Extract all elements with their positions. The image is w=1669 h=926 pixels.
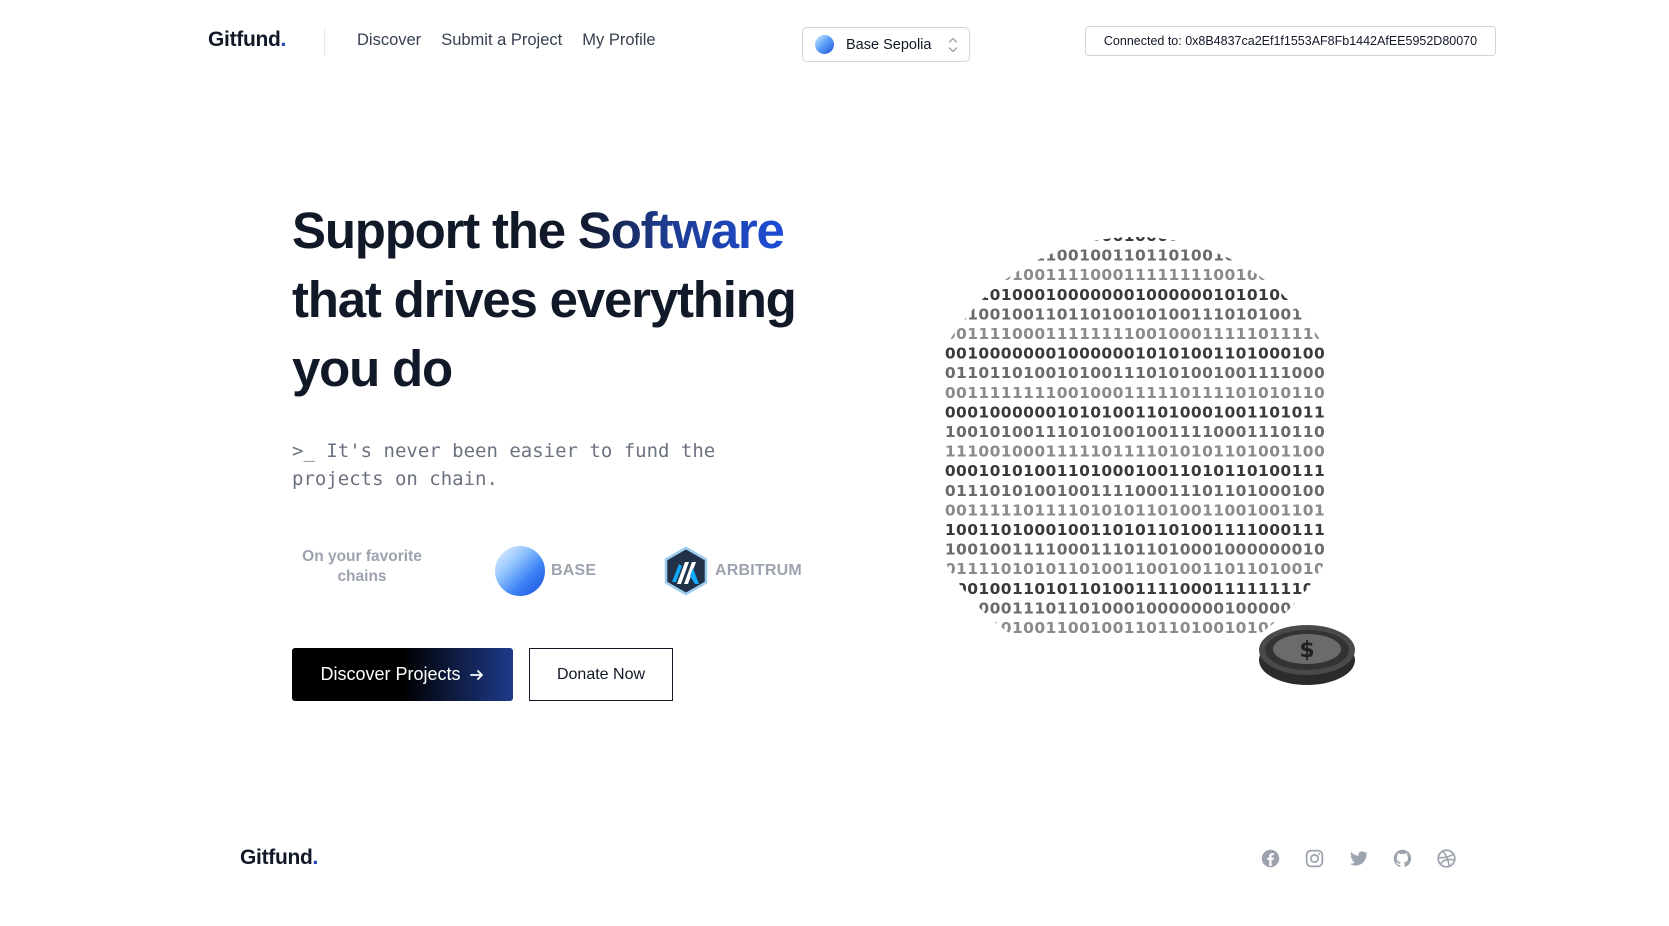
- binary-row: 0011110001111111100100011111011110: [945, 325, 1325, 343]
- binary-row: 0001001101011010011110001111111100: [945, 580, 1325, 598]
- binary-row: 0111101010110100110010011011010010: [945, 560, 1325, 578]
- network-select-value: Base Sepolia: [846, 36, 932, 53]
- arrow-right-icon: [469, 669, 483, 680]
- chevron-updown-icon: [948, 37, 958, 53]
- binary-row: 1011010011001001101101001010011101: [945, 247, 1325, 265]
- hero-headline: Support the Software that drives everyth…: [292, 196, 852, 403]
- main-nav: Discover Submit a Project My Profile: [357, 31, 656, 50]
- binary-row: 1011010001000000010000001010100110: [945, 286, 1325, 304]
- footer-logo[interactable]: Gitfund.: [240, 846, 318, 870]
- binary-row: 0011111111001000111110111101010110: [945, 384, 1325, 402]
- arbitrum-logo-icon: [664, 546, 708, 596]
- headline-part1: Support the: [292, 202, 578, 259]
- discover-projects-label: Discover Projects: [320, 664, 461, 684]
- nav-divider: [324, 28, 325, 56]
- logo-dot: .: [280, 28, 287, 51]
- binary-row: 0101101001111000111111110010001111: [945, 266, 1325, 284]
- dribbble-icon[interactable]: [1436, 848, 1457, 869]
- nav-link-my-profile[interactable]: My Profile: [582, 31, 655, 50]
- discover-projects-button[interactable]: Discover Projects: [292, 648, 513, 701]
- binary-row: 0001000000101010011010001001101011: [945, 403, 1325, 421]
- wallet-connection-button[interactable]: Connected to: 0x8B4837ca2Ef1f1553AF8Fb14…: [1085, 26, 1496, 56]
- base-chain-logo: BASE: [495, 546, 596, 596]
- binary-globe-illustration: 1100011101101000100000001000000101 101101…: [945, 227, 1355, 685]
- dollar-coin-icon: $: [1259, 625, 1355, 685]
- arbitrum-chain-name: ARBITRUM: [715, 562, 802, 579]
- headline-line2: that drives everything: [292, 271, 797, 328]
- header-logo[interactable]: Gitfund.: [208, 28, 286, 52]
- binary-row: 0110110100101001110101001001111000: [945, 364, 1325, 382]
- binary-row: 0101101001100100110110100101001110: [945, 619, 1325, 637]
- footer-logo-text: Gitfund: [240, 846, 313, 869]
- binary-row: 1001001111000111011010001000000010: [945, 541, 1325, 559]
- binary-row: 1001101000100110101101001111000111: [945, 521, 1325, 539]
- binary-row: 0011111011110101011010011001001101: [945, 501, 1325, 519]
- svg-text:$: $: [1299, 638, 1314, 663]
- binary-digits: 1100011101101000100000001000000101 101101…: [945, 227, 1325, 637]
- twitter-icon[interactable]: [1348, 848, 1369, 869]
- binary-row: 1100011101101000100000001000000101: [945, 227, 1325, 245]
- binary-row: 0010000000100000010101001101000100: [945, 345, 1325, 363]
- headline-accent-word: Software: [577, 202, 785, 259]
- binary-row: 0001010100110100010011010110100111: [945, 462, 1325, 480]
- logo-text: Gitfund: [208, 28, 281, 51]
- network-select[interactable]: Base Sepolia: [802, 27, 970, 62]
- binary-row: 1110001110110100010000000100000010: [945, 599, 1325, 617]
- base-chain-icon: [815, 35, 834, 54]
- base-logo-icon: [495, 546, 545, 596]
- binary-row: 1001010011101010010011110001110110: [945, 423, 1325, 441]
- github-icon[interactable]: [1392, 848, 1413, 869]
- social-links: [1260, 848, 1457, 869]
- donate-now-button[interactable]: Donate Now: [529, 648, 673, 701]
- facebook-icon[interactable]: [1260, 848, 1281, 869]
- nav-link-discover[interactable]: Discover: [357, 31, 421, 50]
- chains-label: On your favorite chains: [302, 548, 422, 585]
- top-nav-bar: Gitfund. Discover Submit a Project My Pr…: [0, 0, 1669, 90]
- arbitrum-chain-logo: ARBITRUM: [663, 546, 802, 596]
- headline-line3: you do: [292, 340, 453, 397]
- binary-row: 0111010100100111100011101101000100: [945, 482, 1325, 500]
- base-chain-name: BASE: [551, 562, 597, 579]
- footer-logo-dot: .: [312, 846, 319, 869]
- nav-link-submit-project[interactable]: Submit a Project: [441, 31, 562, 50]
- instagram-icon[interactable]: [1304, 848, 1325, 869]
- hero-tagline: >_ It's never been easier to fund the pr…: [292, 440, 716, 490]
- binary-row: 0110010011011010010100111010100100: [945, 305, 1325, 323]
- binary-row: 1110010001111101111010101101001100: [945, 443, 1325, 461]
